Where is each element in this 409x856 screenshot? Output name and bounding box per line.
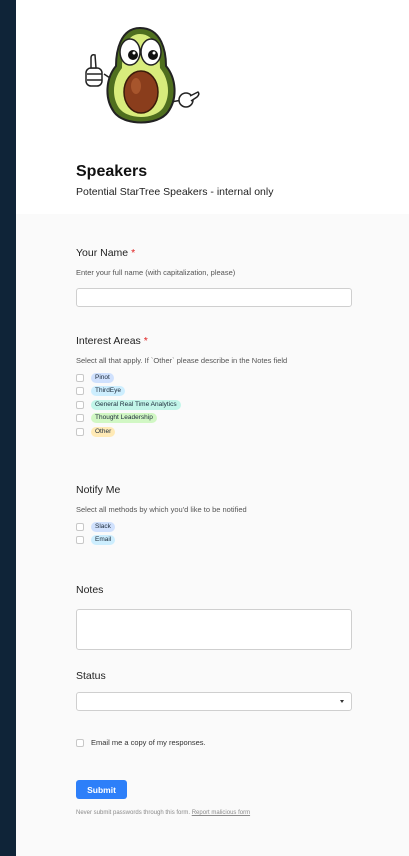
option-tag: General Real Time Analytics <box>91 399 181 410</box>
notify-field-group: Notify Me Select all methods by which yo… <box>76 484 352 547</box>
name-field-group: Your Name * Enter your full name (with c… <box>76 247 352 307</box>
notify-option-email[interactable]: Email <box>76 534 352 548</box>
notify-options: Slack Email <box>76 520 352 547</box>
interests-label-text: Interest Areas <box>76 335 141 347</box>
email-copy-label: Email me a copy of my responses. <box>91 738 206 747</box>
form-footer: Never submit passwords through this form… <box>76 810 250 816</box>
option-tag: Slack <box>91 521 115 532</box>
avocado-mascot-icon <box>85 26 200 124</box>
checkbox[interactable] <box>76 738 84 747</box>
interests-label: Interest Areas * <box>76 335 352 347</box>
form-title: Speakers <box>76 163 148 180</box>
interests-options: Pinot ThirdEye General Real Time Analyti… <box>76 371 352 439</box>
checkbox[interactable] <box>76 522 84 531</box>
status-label: Status <box>76 670 106 682</box>
notify-label: Notify Me <box>76 484 121 496</box>
notify-help: Select all methods by which you'd like t… <box>76 505 247 514</box>
notify-option-slack[interactable]: Slack <box>76 520 352 534</box>
checkbox[interactable] <box>76 373 84 382</box>
interest-option-pinot[interactable]: Pinot <box>76 371 352 385</box>
required-mark: * <box>131 247 136 259</box>
form-card: Speakers Potential StarTree Speakers - i… <box>16 0 409 856</box>
notes-textarea[interactable] <box>76 609 352 650</box>
name-label-text: Your Name <box>76 247 129 259</box>
status-select[interactable] <box>76 692 352 711</box>
interest-option-general-analytics[interactable]: General Real Time Analytics <box>76 398 352 412</box>
option-tag: Pinot <box>91 372 114 383</box>
checkbox[interactable] <box>76 387 84 396</box>
report-link[interactable]: Report malicious form <box>192 810 250 816</box>
notes-field-group: Notes <box>76 584 352 650</box>
interest-option-other[interactable]: Other <box>76 425 352 439</box>
name-input[interactable] <box>76 288 352 307</box>
option-tag: Email <box>91 535 116 546</box>
thumbs-up-hand <box>85 54 111 87</box>
checkbox[interactable] <box>76 536 84 545</box>
interest-option-thought-leadership[interactable]: Thought Leadership <box>76 412 352 426</box>
notes-label: Notes <box>76 584 104 596</box>
required-mark: * <box>143 335 148 347</box>
form-header: Speakers Potential StarTree Speakers - i… <box>16 0 409 214</box>
interest-option-thirdeye[interactable]: ThirdEye <box>76 385 352 399</box>
status-field-group: Status <box>76 670 352 711</box>
form-description: Potential StarTree Speakers - internal o… <box>76 186 274 198</box>
submit-button[interactable]: Submit <box>76 780 127 799</box>
option-tag: Other <box>91 426 116 437</box>
pointing-hand <box>178 91 200 108</box>
checkbox[interactable] <box>76 427 84 436</box>
chevron-down-icon <box>340 700 344 703</box>
checkbox[interactable] <box>76 400 84 409</box>
option-tag: ThirdEye <box>91 386 126 397</box>
name-label: Your Name * <box>76 247 352 259</box>
option-tag: Thought Leadership <box>91 413 157 424</box>
interests-help: Select all that apply. If `Other` please… <box>76 356 288 365</box>
footer-text: Never submit passwords through this form… <box>76 810 191 816</box>
interests-field-group: Interest Areas * Select all that apply. … <box>76 335 352 439</box>
checkbox[interactable] <box>76 414 84 423</box>
email-copy-option[interactable]: Email me a copy of my responses. <box>76 738 206 747</box>
name-help: Enter your full name (with capitalizatio… <box>76 268 236 277</box>
